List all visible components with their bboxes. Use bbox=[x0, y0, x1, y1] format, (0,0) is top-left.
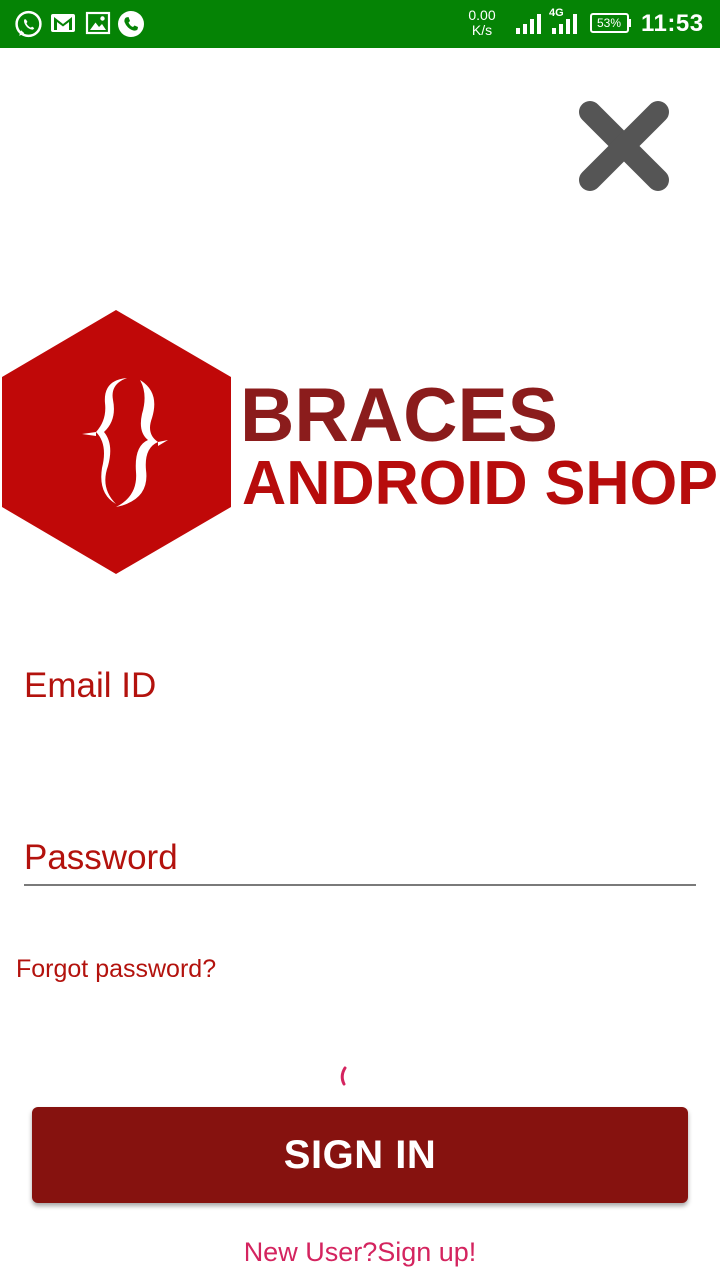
email-field[interactable]: Email ID bbox=[24, 660, 696, 720]
network-type-label: 4G bbox=[549, 7, 564, 19]
battery-indicator: 53% bbox=[590, 13, 632, 33]
password-field[interactable]: Password bbox=[24, 832, 696, 886]
password-input[interactable] bbox=[24, 832, 696, 884]
forgot-password-link[interactable]: Forgot password? bbox=[16, 951, 216, 987]
phone-call-icon bbox=[118, 11, 144, 37]
status-bar: 0.00 K/s 4G 53% 11:53 bbox=[0, 0, 720, 48]
logo-hexagon bbox=[2, 310, 231, 574]
close-icon bbox=[579, 101, 669, 191]
clock: 11:53 bbox=[641, 10, 704, 37]
battery-percent: 53% bbox=[596, 16, 622, 30]
whatsapp-icon bbox=[15, 10, 42, 38]
braces-logo: BRACES ANDROID SHOP bbox=[2, 310, 718, 574]
email-input[interactable] bbox=[24, 660, 696, 720]
logo-line2: ANDROID SHOP bbox=[242, 449, 718, 518]
logo-line1: BRACES bbox=[240, 373, 558, 458]
gallery-icon bbox=[85, 11, 111, 35]
sign-in-button[interactable]: SIGN IN bbox=[32, 1107, 688, 1203]
close-button[interactable] bbox=[570, 92, 678, 200]
signal-strength-icon bbox=[516, 14, 541, 34]
gmail-icon bbox=[51, 14, 75, 32]
loading-spinner-icon bbox=[340, 1066, 347, 1086]
network-speed: 0.00 K/s bbox=[468, 7, 496, 38]
signup-link[interactable]: New User?Sign up! bbox=[0, 1232, 720, 1272]
